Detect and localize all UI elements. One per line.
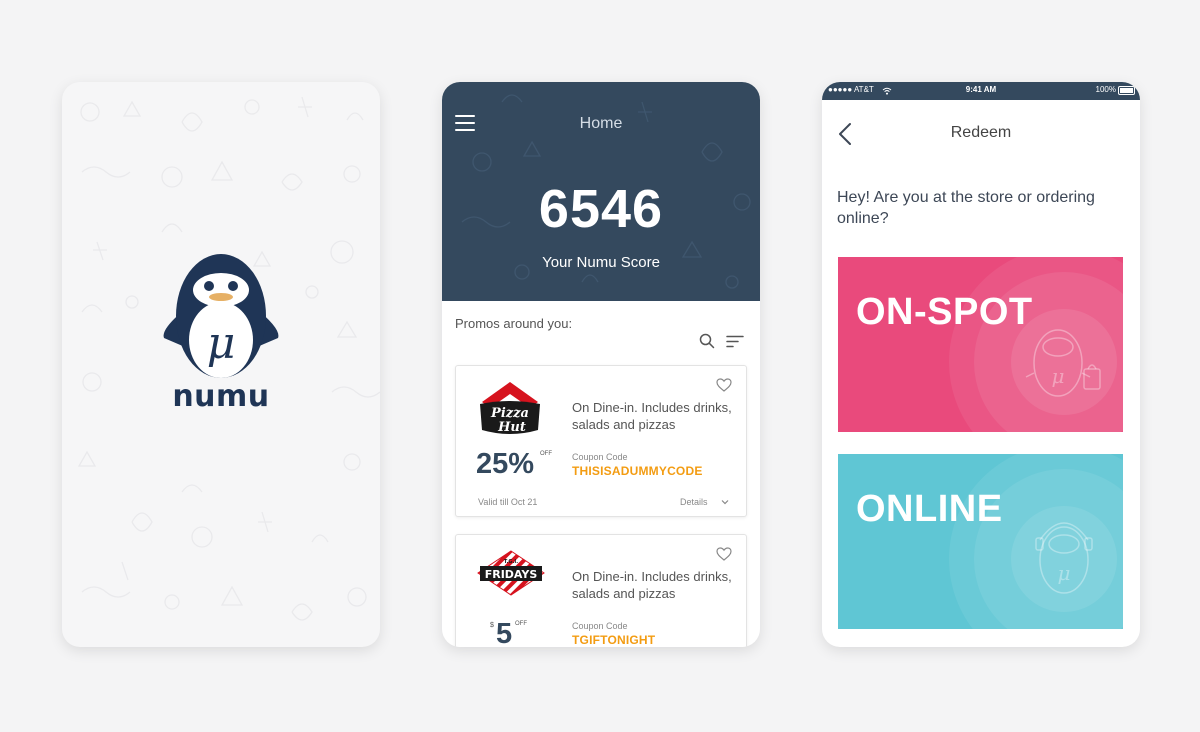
chevron-down-icon[interactable] — [720, 497, 730, 507]
on-spot-option-button[interactable]: μ ON-SPOT — [838, 257, 1123, 432]
discount-value: 5 — [496, 618, 513, 647]
promos-label: Promos around you: — [455, 316, 573, 331]
svg-text:Hut: Hut — [497, 420, 526, 435]
coupon-code-label: Coupon Code — [572, 621, 628, 631]
valid-until: Valid till Oct 21 — [478, 497, 538, 507]
numu-score-label: Your Numu Score — [542, 254, 660, 271]
promo-card-pizza-hut[interactable]: Pizza Hut On Dine-in. Includes drinks, s… — [455, 365, 747, 517]
splash-screen: μ numu — [62, 82, 380, 647]
svg-text:μ: μ — [1058, 561, 1071, 585]
promo-card-fridays[interactable]: FRIDAYS T.G.I. On Dine-in. Includes drin… — [455, 534, 747, 647]
svg-text:Pizza: Pizza — [490, 406, 529, 421]
coupon-code[interactable]: TGIFTONIGHT — [572, 633, 655, 647]
currency-symbol: $ — [490, 622, 494, 629]
pizza-hut-logo: Pizza Hut — [480, 382, 540, 435]
page-title: Home — [579, 115, 623, 132]
score-header: Home 6546 Your Numu Score — [442, 82, 760, 301]
logo-wordmark: numu — [172, 379, 270, 414]
search-icon[interactable] — [699, 333, 715, 349]
battery-percent: 100% — [1095, 85, 1116, 94]
battery-icon — [1118, 86, 1135, 95]
svg-text:μ: μ — [1052, 364, 1065, 388]
redeem-question: Hey! Are you at the store or ordering on… — [837, 189, 1095, 227]
online-label: ONLINE — [856, 488, 1003, 530]
numu-logo: μ numu — [154, 250, 288, 414]
redeem-screen: ●●●●● AT&T 9:41 AM 100% Redeem Hey! Are … — [822, 82, 1140, 647]
numu-score-value: 6546 — [538, 179, 664, 239]
svg-text:μ: μ — [207, 318, 236, 369]
heart-icon[interactable] — [716, 378, 732, 392]
offer-description: On Dine-in. Includes drinks, salads and … — [572, 569, 732, 601]
home-screen: Home 6546 Your Numu Score Promos around … — [442, 82, 760, 647]
filter-icon[interactable] — [726, 335, 744, 348]
coupon-code-label: Coupon Code — [572, 452, 628, 462]
coupon-code[interactable]: THISISADUMMYCODE — [572, 464, 703, 478]
status-time: 9:41 AM — [965, 85, 997, 94]
discount-value: 25% — [476, 448, 535, 480]
fridays-logo: FRIDAYS T.G.I. — [477, 550, 545, 596]
heart-icon[interactable] — [716, 547, 732, 561]
online-option-button[interactable]: μ ONLINE — [838, 454, 1123, 629]
status-bar: ●●●●● AT&T 9:41 AM 100% — [822, 82, 1140, 100]
penguin-logo-icon: μ — [163, 254, 279, 378]
penguin-shopping-icon: μ — [949, 257, 1123, 432]
penguin-headphones-icon: μ — [949, 454, 1123, 629]
discount-unit: OFF — [515, 621, 527, 627]
fridays-logo-subtext: T.G.I. — [504, 559, 518, 565]
page-title: Redeem — [950, 124, 1012, 141]
discount-unit: OFF — [540, 451, 552, 457]
offer-description: On Dine-in. Includes drinks, salads and … — [572, 400, 732, 432]
fridays-logo-text: FRIDAYS — [485, 568, 538, 581]
on-spot-label: ON-SPOT — [856, 291, 1033, 333]
details-link[interactable]: Details — [680, 497, 708, 507]
